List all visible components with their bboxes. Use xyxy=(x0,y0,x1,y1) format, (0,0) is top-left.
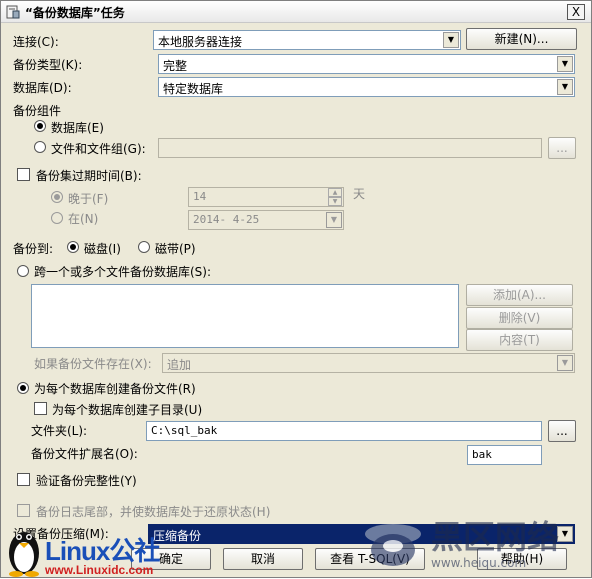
backup-component-heading: 备份组件 xyxy=(13,104,62,118)
backup-to-disk-label: 磁盘(I) xyxy=(84,242,121,256)
extension-input[interactable]: bak xyxy=(467,445,542,465)
backup-database-dialog: “备份数据库”任务 X 连接(C): 本地服务器连接 ▼ 新建(N)... 备份… xyxy=(0,0,592,578)
expiry-date-value: 2014- 4-25 xyxy=(193,213,260,226)
folder-value: C:\sql_bak xyxy=(151,424,218,437)
component-files-label: 文件和文件组(G): xyxy=(51,142,146,156)
expiry-checkbox[interactable] xyxy=(17,168,30,181)
chevron-down-icon[interactable]: ▼ xyxy=(557,56,573,72)
if-exists-label: 如果备份文件存在(X): xyxy=(34,357,152,371)
new-connection-button[interactable]: 新建(N)... xyxy=(466,28,577,50)
backup-to-tape-radio[interactable] xyxy=(138,241,150,253)
expiry-on-radio[interactable] xyxy=(51,212,63,224)
connection-label: 连接(C): xyxy=(13,35,59,49)
title-bar: “备份数据库”任务 X xyxy=(1,1,591,23)
linux-url-text: www.Linuxidc.com xyxy=(45,563,154,577)
spin-down-icon[interactable]: ▼ xyxy=(328,197,342,206)
extension-value: bak xyxy=(472,448,492,461)
per-db-file-radio[interactable] xyxy=(17,382,29,394)
folder-browse-button[interactable]: ... xyxy=(548,420,576,442)
component-files-radio[interactable] xyxy=(34,141,46,153)
database-select[interactable]: 特定数据库 ▼ xyxy=(158,77,575,97)
expiry-days-value: 14 xyxy=(193,190,207,203)
multi-file-label: 跨一个或多个文件备份数据库(S): xyxy=(34,265,212,279)
verify-label: 验证备份完整性(Y) xyxy=(36,474,137,488)
chevron-down-icon[interactable]: ▼ xyxy=(443,32,459,48)
backup-type-label: 备份类型(K): xyxy=(13,58,83,72)
multi-file-radio[interactable] xyxy=(17,265,29,277)
filegroup-input[interactable] xyxy=(158,138,542,158)
connection-value: 本地服务器连接 xyxy=(158,35,243,49)
cancel-button[interactable]: 取消 xyxy=(223,548,303,570)
if-exists-value: 追加 xyxy=(167,358,192,372)
per-db-subdir-checkbox[interactable] xyxy=(34,402,47,415)
folder-label: 文件夹(L): xyxy=(31,424,88,438)
backup-files-list[interactable] xyxy=(31,284,459,348)
per-db-file-label: 为每个数据库创建备份文件(R) xyxy=(34,382,196,396)
days-unit-label: 天 xyxy=(353,187,366,201)
heiqu-url-text: www.heiqu.com xyxy=(431,556,527,570)
tail-log-checkbox[interactable] xyxy=(17,504,30,517)
database-label: 数据库(D): xyxy=(13,81,72,95)
backup-to-label: 备份到: xyxy=(13,242,54,256)
expiry-on-label: 在(N) xyxy=(68,212,99,226)
filegroup-browse-button[interactable]: ... xyxy=(548,137,576,159)
remove-file-button[interactable]: 删除(V) xyxy=(466,307,573,329)
verify-checkbox[interactable] xyxy=(17,473,30,486)
heiqu-watermark: 黑区网络 www.heiqu.com xyxy=(361,506,592,579)
folder-input[interactable]: C:\sql_bak xyxy=(146,421,542,441)
expiry-label: 备份集过期时间(B): xyxy=(36,169,142,183)
expiry-after-label: 晚于(F) xyxy=(68,192,109,206)
linux-watermark: Linux公社 www.Linuxidc.com xyxy=(1,521,201,579)
connection-select[interactable]: 本地服务器连接 ▼ xyxy=(153,30,461,50)
heiqu-logo-icon xyxy=(365,524,421,566)
backup-to-tape-label: 磁带(P) xyxy=(155,242,196,256)
tail-log-label: 备份日志尾部，并使数据库处于还原状态(H) xyxy=(36,505,271,519)
close-button[interactable]: X xyxy=(567,4,585,20)
penguin-logo-icon xyxy=(9,532,39,577)
expiry-date-picker[interactable]: 2014- 4-25 ▼ xyxy=(188,210,344,230)
database-task-icon xyxy=(6,5,20,19)
if-exists-select[interactable]: 追加 ▼ xyxy=(162,353,575,373)
expiry-after-radio[interactable] xyxy=(51,191,63,203)
contents-button[interactable]: 内容(T) xyxy=(466,329,573,351)
component-database-label: 数据库(E) xyxy=(51,121,104,135)
chevron-down-icon[interactable]: ▼ xyxy=(326,212,342,228)
backup-to-disk-radio[interactable] xyxy=(67,241,79,253)
expiry-days-input[interactable]: 14 ▲ ▼ xyxy=(188,187,344,207)
heiqu-brand-text: 黑区网络 xyxy=(431,518,560,556)
backup-type-value: 完整 xyxy=(163,59,188,73)
component-database-radio[interactable] xyxy=(34,120,46,132)
spin-up-icon[interactable]: ▲ xyxy=(328,188,342,197)
extension-label: 备份文件扩展名(O): xyxy=(31,447,138,461)
backup-type-select[interactable]: 完整 ▼ xyxy=(158,54,575,74)
database-value: 特定数据库 xyxy=(163,82,224,96)
chevron-down-icon[interactable]: ▼ xyxy=(557,355,573,371)
chevron-down-icon[interactable]: ▼ xyxy=(557,79,573,95)
window-title: “备份数据库”任务 xyxy=(25,6,125,20)
per-db-subdir-label: 为每个数据库创建子目录(U) xyxy=(52,403,203,417)
add-file-button[interactable]: 添加(A)... xyxy=(466,284,573,306)
